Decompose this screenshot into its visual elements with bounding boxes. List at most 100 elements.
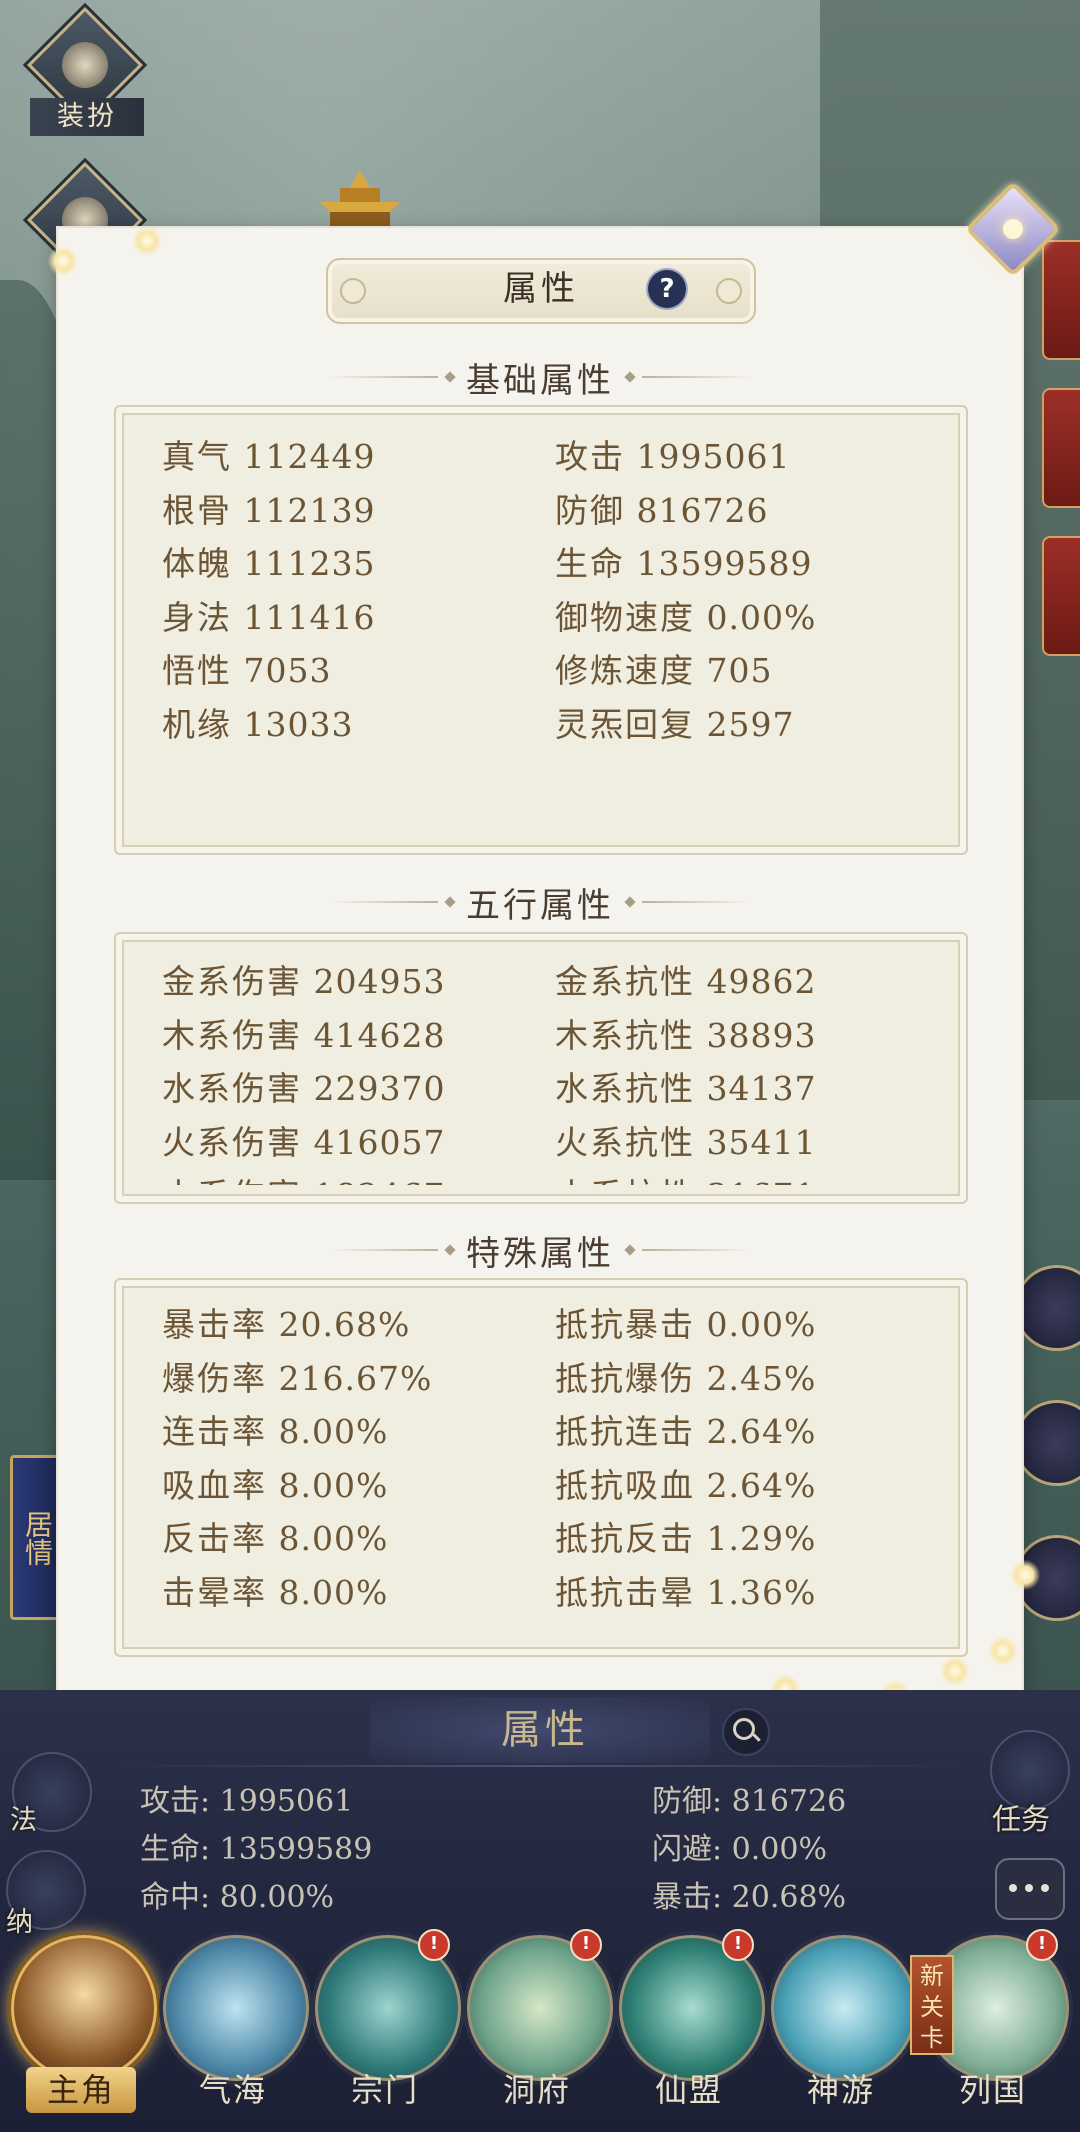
- stat-hp: 生命: 13599589: [140, 1832, 373, 1867]
- attribute-name: 抵抗连击: [555, 1412, 695, 1451]
- attribute-value: 2.45%: [706, 1358, 817, 1398]
- attribute-value: 1.29%: [706, 1519, 817, 1558]
- hud-title: 属性: [501, 1707, 589, 1753]
- close-button[interactable]: [964, 180, 1062, 278]
- attribute-value: 414628: [313, 1015, 446, 1055]
- attribute-name: 抵抗击晕: [555, 1572, 695, 1612]
- chat-dot: [1025, 1884, 1033, 1892]
- attribute-value: 38893: [706, 1015, 817, 1055]
- attribute-value: 112139: [243, 490, 376, 530]
- nav-label: 列国: [958, 2071, 1027, 2109]
- attribute-row: 根骨 112139: [162, 484, 375, 532]
- attribute-name: 水系抗性: [555, 1069, 695, 1108]
- divider-dot: [624, 896, 636, 908]
- attribute-row: 抵抗击晕 1.36%: [555, 1566, 816, 1614]
- attribute-row: 金系伤害 204953: [162, 955, 445, 1003]
- attribute-name: 土系伤害: [162, 1176, 302, 1185]
- attribute-row: 真气 112449: [162, 430, 375, 478]
- chat-button[interactable]: [995, 1858, 1065, 1920]
- attribute-row: 暴击率 20.68%: [162, 1298, 410, 1346]
- attribute-value: 8.00%: [278, 1572, 389, 1612]
- right-red-tab-2[interactable]: [1042, 388, 1080, 508]
- attribute-value: 8.00%: [278, 1412, 389, 1451]
- pagoda-icon: [320, 170, 400, 230]
- attribute-name: 生命: [555, 544, 625, 583]
- attribute-row: 击晕率 8.00%: [162, 1566, 388, 1614]
- attribute-name: 水系伤害: [162, 1069, 302, 1108]
- section-header-special: 特殊属性: [58, 1224, 1022, 1276]
- stat-defense: 防御: 816726: [652, 1784, 847, 1819]
- attribute-name: 御物速度: [555, 597, 695, 637]
- meditation-icon: [163, 1935, 309, 2081]
- attribute-row: 吸血率 8.00%: [162, 1459, 388, 1507]
- attribute-name: 连击率: [162, 1412, 267, 1451]
- attribute-value: 2.64%: [706, 1412, 817, 1451]
- attribute-row: 木系伤害 414628: [162, 1009, 445, 1057]
- attribute-row: 御物速度 0.00%: [555, 591, 816, 639]
- divider-line: [642, 1249, 752, 1251]
- attribute-value: 204953: [313, 962, 446, 1001]
- divider-line: [642, 376, 752, 378]
- attribute-row: 火系抗性 35411: [555, 1116, 816, 1164]
- attribute-name: 真气: [162, 437, 232, 476]
- attribute-row: 爆伤率 216.67%: [162, 1352, 432, 1400]
- spirit-figure-icon: [771, 1935, 917, 2081]
- attribute-name: 暴击率: [162, 1305, 267, 1344]
- sparkle-effect: [988, 1636, 1018, 1666]
- attribute-value: 2597: [706, 704, 795, 744]
- nav-sect[interactable]: ! 宗门: [310, 1929, 461, 2130]
- attribute-row: 土系抗性 31671: [555, 1169, 816, 1185]
- modal-title: 属性: [503, 269, 579, 309]
- nav-spirit-travel[interactable]: 神游: [766, 1935, 917, 2130]
- attribute-name: 抵抗吸血: [555, 1465, 695, 1505]
- attribute-row: 灵炁回复 2597: [555, 698, 794, 746]
- help-icon[interactable]: ?: [648, 270, 686, 308]
- section-title: 特殊属性: [466, 1233, 614, 1274]
- nav-cave[interactable]: ! 洞府: [462, 1929, 613, 2130]
- attribute-value: 111416: [243, 597, 376, 637]
- divider-line: [642, 901, 752, 903]
- nav-qi-sea[interactable]: 气海: [158, 1935, 309, 2130]
- attribute-name: 土系抗性: [555, 1176, 695, 1185]
- attribute-row: 土系伤害 182467: [162, 1169, 445, 1185]
- attribute-name: 火系抗性: [555, 1122, 695, 1162]
- search-icon[interactable]: [722, 1708, 770, 1756]
- section-header-basic: 基础属性: [58, 351, 1022, 403]
- attribute-row: 机缘 13033: [162, 698, 353, 746]
- sparkle-effect: [940, 1656, 970, 1686]
- nav-protagonist[interactable]: 主角: [6, 1935, 157, 2130]
- attribute-row: 木系抗性 38893: [555, 1009, 816, 1057]
- alert-badge: !: [570, 1929, 602, 1961]
- stat-dodge: 闪避: 0.00%: [652, 1832, 827, 1867]
- new-level-tag: 新关卡: [910, 1955, 954, 2055]
- section-title: 五行属性: [466, 885, 614, 926]
- stat-hit: 命中: 80.00%: [140, 1880, 335, 1915]
- nav-label: 宗门: [350, 2071, 419, 2109]
- divider-dot: [444, 1244, 456, 1256]
- attribute-value: 182467: [314, 1176, 446, 1185]
- attribute-value: 229370: [313, 1069, 446, 1108]
- divider-line: [328, 376, 438, 378]
- divider-dot: [444, 371, 456, 383]
- attribute-name: 抵抗爆伤: [555, 1358, 695, 1398]
- attribute-row: 火系伤害 416057: [162, 1116, 445, 1164]
- hud-divider: [110, 1765, 970, 1767]
- attribute-name: 金系抗性: [555, 962, 695, 1001]
- divider-dot: [444, 896, 456, 908]
- attribute-value: 35411: [706, 1122, 817, 1162]
- alert-badge: !: [722, 1929, 754, 1961]
- nav-label: 主角: [26, 2067, 136, 2113]
- nav-alliance[interactable]: ! 仙盟: [614, 1929, 765, 2130]
- sparkle-effect: [132, 226, 162, 256]
- sparkle-effect: [48, 246, 78, 276]
- divider-line: [328, 901, 438, 903]
- attribute-row: 身法 111416: [162, 591, 375, 639]
- section-header-five: 五行属性: [58, 876, 1022, 928]
- attribute-row: 生命 13599589: [555, 537, 812, 585]
- attribute-value: 49862: [706, 962, 817, 1001]
- attribute-row: 金系抗性 49862: [555, 955, 816, 1003]
- right-red-tab-3[interactable]: [1042, 536, 1080, 656]
- attribute-name: 机缘: [162, 704, 232, 744]
- robe-icon: [62, 42, 108, 88]
- attribute-name: 根骨: [162, 490, 232, 530]
